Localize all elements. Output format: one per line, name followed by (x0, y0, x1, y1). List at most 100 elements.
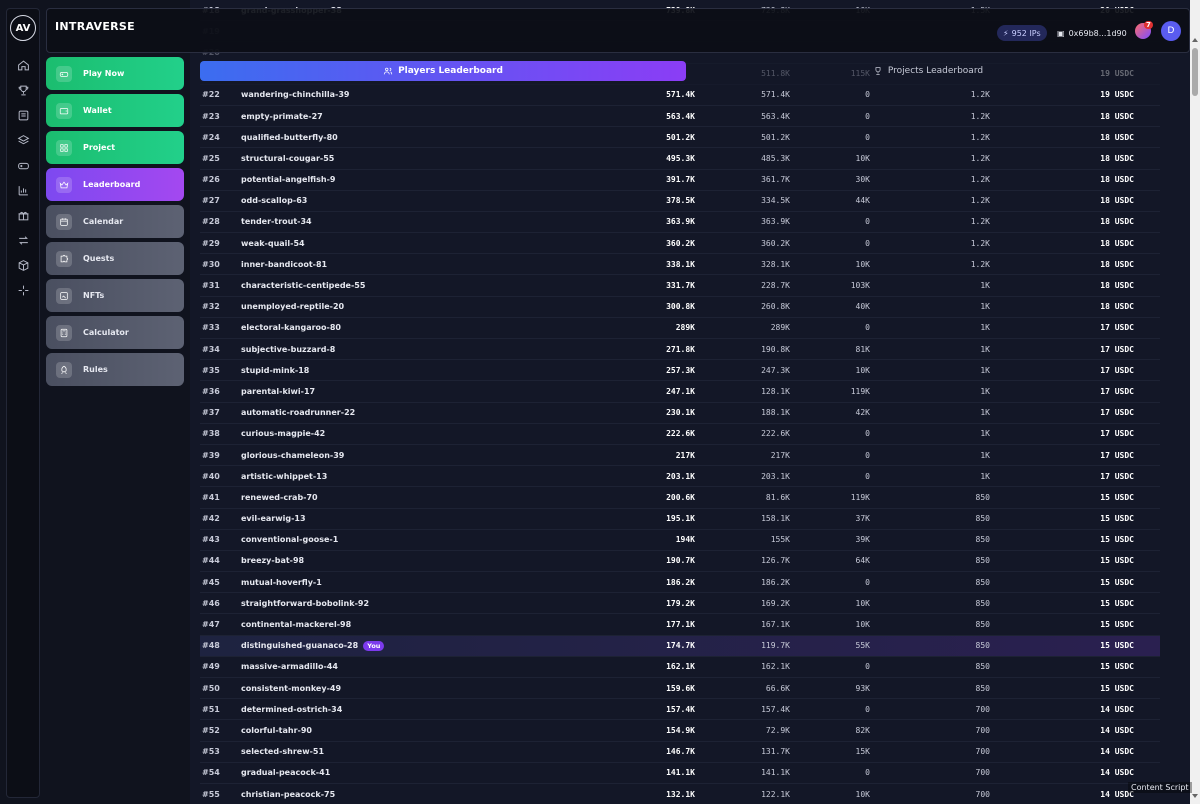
player-name: massive-armadillo-44 (241, 662, 338, 671)
table-row[interactable]: #25 structural-cougar-55 495.3K 485.3K 10K 1.… (200, 148, 1160, 170)
nav-item-project[interactable]: Project (46, 131, 184, 164)
table-row[interactable]: #26 potential-angelfish-9 391.7K 361.7K 30K 1… (200, 170, 1160, 191)
points-c: 850 (976, 556, 990, 565)
points-b-text: 10K (855, 365, 870, 375)
table-row[interactable]: #55 christian-peacock-75 132.1K 122.1K 10K 70… (200, 784, 1160, 804)
nav-item-play-now[interactable]: Play Now (46, 57, 184, 90)
tab-projects-leaderboard[interactable]: Projects Leaderboard (686, 61, 1170, 81)
table-row[interactable]: #29 weak-quail-54 360.2K 360.2K 0 1.2K 18 USDC (200, 233, 1160, 255)
table-row[interactable]: #33 electoral-kangaroo-80 289K 289K 0 1K 17 US… (200, 318, 1160, 339)
player-name: gradual-peacock-41 (241, 768, 330, 777)
avatar[interactable]: D (1161, 21, 1181, 41)
scroll-thumb[interactable] (1192, 48, 1198, 96)
table-row[interactable]: #51 determined-ostrich-34 157.4K 157.4K 0 700… (200, 699, 1160, 721)
nav-item-nfts[interactable]: NFTs (46, 279, 184, 312)
table-row[interactable]: #31 characteristic-centipede-55 331.7K 228.… (200, 275, 1160, 297)
total-points-text: 179.2K (666, 598, 695, 608)
reward-cell: 18 USDC (1100, 281, 1134, 290)
table-row[interactable]: #30 inner-bandicoot-81 338.1K 328.1K 10K 1.2K… (200, 254, 1160, 276)
scroll-up-arrow-icon[interactable] (1192, 38, 1198, 42)
table-row-current-user[interactable]: #48 distinguished-guanaco-28 You 174.7K 119.… (200, 635, 1160, 657)
points-a: 363.9K (761, 217, 790, 226)
tab-players-leaderboard[interactable]: Players Leaderboard (200, 61, 686, 81)
gamepad-icon[interactable] (11, 153, 35, 177)
home-icon[interactable] (11, 53, 35, 77)
swap-icon[interactable] (11, 228, 35, 252)
nav-item-wallet[interactable]: Wallet (46, 94, 184, 127)
table-row[interactable]: #40 artistic-whippet-13 203.1K 203.1K 0 1K 17 … (200, 466, 1160, 488)
table-row[interactable]: #28 tender-trout-34 363.9K 363.9K 0 1.2K 18 US… (200, 212, 1160, 234)
table-row[interactable]: #46 straightforward-bobolink-92 179.2K 169.… (200, 593, 1160, 615)
table-row[interactable]: #38 curious-magpie-42 222.6K 222.6K 0 1K 17 US… (200, 424, 1160, 445)
player-name: empty-primate-27 (241, 112, 323, 121)
table-row[interactable]: #27 odd-scallop-63 378.5K 334.5K 44K 1.2K 18 U… (200, 191, 1160, 212)
points-c: 1.2K (971, 175, 990, 184)
wallet-address-button[interactable]: ▣ 0x69b8...1d90 (1057, 25, 1127, 41)
player-name-text: distinguished-guanaco-28 (241, 641, 359, 651)
table-row[interactable]: #32 unemployed-reptile-20 300.8K 260.8K 40K 1… (200, 297, 1160, 318)
total-points: 200.6K (666, 493, 695, 502)
table-row[interactable]: #36 parental-kiwi-17 247.1K 128.1K 119K 1K 17 … (200, 381, 1160, 403)
points-b: 0 (865, 133, 870, 142)
table-row[interactable]: #54 gradual-peacock-41 141.1K 141.1K 0 700 14 … (200, 763, 1160, 784)
book-icon[interactable] (11, 103, 35, 127)
points-c: 1K (980, 281, 990, 290)
nav-item-calculator[interactable]: Calculator (46, 316, 184, 349)
table-row[interactable]: #47 continental-mackerel-98 177.1K 167.1K 10… (200, 614, 1160, 636)
chart-icon[interactable] (11, 178, 35, 202)
table-row[interactable]: #22 wandering-chinchilla-39 571.4K 571.4K 0 1… (200, 85, 1160, 106)
app-window: AV Players Leaderboard Projects Leaderbo… (0, 0, 1200, 804)
gift-icon[interactable] (11, 203, 35, 227)
points-b-text: 0 (865, 768, 870, 778)
table-row[interactable]: #43 conventional-goose-1 194K 155K 39K 850 15 … (200, 530, 1160, 551)
nav-item-leaderboard[interactable]: Leaderboard (46, 168, 184, 201)
points-c: 1.2K (971, 154, 990, 163)
points-c-text: 850 (975, 598, 990, 608)
points-a: 162.1K (761, 662, 790, 671)
trophy-icon[interactable] (11, 78, 35, 102)
table-row[interactable]: #35 stupid-mink-18 257.3K 247.3K 10K 1K 17 USD… (200, 360, 1160, 382)
reward-cell-text: 18 USDC (1100, 196, 1134, 206)
player-name: automatic-roadrunner-22 (241, 408, 355, 417)
table-row[interactable]: #52 colorful-tahr-90 154.9K 72.9K 82K 700 14 U… (200, 720, 1160, 742)
table-row[interactable]: #23 empty-primate-27 563.4K 563.4K 0 1.2K 18 U… (200, 106, 1160, 128)
total-points-text: 222.6K (666, 429, 695, 439)
nav-item-rules[interactable]: Rules (46, 353, 184, 386)
table-row[interactable]: #42 evil-earwig-13 195.1K 158.1K 37K 850 15 US… (200, 509, 1160, 530)
rank-cell: #36 (202, 387, 220, 396)
rank-cell: #52 (202, 726, 220, 735)
gamepad-icon (56, 65, 72, 82)
table-row[interactable]: #39 glorious-chameleon-39 217K 217K 0 1K 17 US… (200, 445, 1160, 467)
table-row[interactable]: #44 breezy-bat-98 190.7K 126.7K 64K 850 15 USD… (200, 551, 1160, 573)
brand-name: INTRAVERSE (55, 20, 135, 33)
logo[interactable]: AV (10, 15, 36, 41)
table-row[interactable]: #37 automatic-roadrunner-22 230.1K 188.1K 42… (200, 403, 1160, 424)
table-row[interactable]: #49 massive-armadillo-44 162.1K 162.1K 0 850 1… (200, 657, 1160, 678)
table-row[interactable]: #45 mutual-hoverfly-1 186.2K 186.2K 0 850 15 U… (200, 572, 1160, 594)
player-name-text: unemployed-reptile-20 (241, 302, 345, 312)
points-a-text: 81.6K (765, 492, 790, 502)
ips-badge[interactable]: ⚡ 952 IPs (997, 25, 1047, 41)
points-a: 169.2K (761, 599, 790, 608)
cube-icon[interactable] (11, 253, 35, 277)
nav-item-quests[interactable]: Quests (46, 242, 184, 275)
rank-cell-text: #28 (202, 217, 220, 227)
points-a-text: 66.6K (765, 683, 790, 693)
table-row[interactable]: #41 renewed-crab-70 200.6K 81.6K 119K 850 15 U… (200, 487, 1160, 509)
table-row[interactable]: #53 selected-shrew-51 146.7K 131.7K 15K 700 14… (200, 742, 1160, 763)
notification-count: 7 (1144, 21, 1153, 29)
nav-item-calendar[interactable]: Calendar (46, 205, 184, 238)
scroll-down-arrow-icon[interactable] (1192, 794, 1198, 798)
layers-icon[interactable] (11, 128, 35, 152)
points-b: 0 (865, 768, 870, 777)
sparkle-icon[interactable] (11, 278, 35, 302)
player-name-text: artistic-whippet-13 (241, 471, 328, 481)
total-points: 203.1K (666, 472, 695, 481)
points-a: 157.4K (761, 705, 790, 714)
table-row[interactable]: #34 subjective-buzzard-8 271.8K 190.8K 81K 1K… (200, 339, 1160, 361)
table-row[interactable]: #24 qualified-butterfly-80 501.2K 501.2K 0 1.… (200, 127, 1160, 149)
table-row[interactable]: #50 consistent-monkey-49 159.6K 66.6K 93K 850… (200, 678, 1160, 700)
total-points: 271.8K (666, 345, 695, 354)
vertical-scrollbar[interactable] (1190, 0, 1200, 804)
points-c: 1.2K (971, 239, 990, 248)
